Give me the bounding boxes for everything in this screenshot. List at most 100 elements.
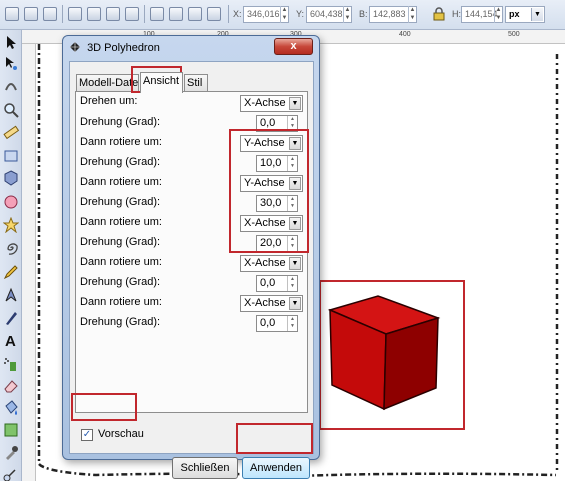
node-tool-icon[interactable] — [3, 55, 19, 71]
chevron-down-icon: ▼ — [289, 177, 301, 190]
tab-stil[interactable]: Stil — [184, 74, 208, 92]
dropper-tool-icon[interactable] — [3, 444, 19, 460]
x-spinner[interactable]: ▲ ▼ — [280, 6, 288, 23]
deselect-icon[interactable] — [43, 7, 57, 21]
measure-tool-icon[interactable] — [3, 124, 19, 140]
spray-tool-icon[interactable] — [3, 356, 19, 372]
tab-ansicht[interactable]: Ansicht — [140, 72, 183, 93]
spinner-arrows-icon[interactable]: ▲ ▼ — [287, 196, 297, 211]
selector-tool-icon[interactable] — [3, 34, 19, 50]
ruler-mark: 400 — [399, 31, 411, 38]
axis-value: Y-Achse — [244, 177, 285, 189]
pen-tool-icon[interactable] — [3, 287, 19, 303]
rotate-cw-icon[interactable] — [87, 7, 101, 21]
width-spinner[interactable]: ▲ ▼ — [408, 6, 416, 23]
chevron-down-icon: ▼ — [289, 217, 301, 230]
chevron-down-icon: ▼ — [289, 137, 301, 150]
then-rotate-label: Dann rotiere um: — [80, 136, 162, 148]
calligraphy-tool-icon[interactable] — [3, 310, 19, 326]
3d-cube[interactable] — [320, 290, 460, 420]
y-spinner[interactable]: ▲ ▼ — [343, 6, 351, 23]
select-in-all-layers-icon[interactable] — [24, 7, 38, 21]
axis-select[interactable]: X-Achse ▼ — [240, 255, 303, 272]
rotate-axis-label: Drehen um: — [80, 95, 138, 107]
axis-select[interactable]: X-Achse ▼ — [240, 95, 303, 112]
preview-checkbox[interactable]: ✓ — [81, 429, 93, 441]
3d-box-tool-icon[interactable] — [3, 170, 19, 186]
polyhedron-dialog: 3D Polyhedron x Modell-Daten Ansicht Sti… — [62, 35, 320, 479]
spinner-arrows-icon[interactable]: ▲ ▼ — [287, 316, 297, 331]
lock-icon[interactable] — [433, 7, 445, 21]
zoom-tool-icon[interactable] — [3, 102, 19, 118]
ellipse-tool-icon[interactable] — [3, 194, 19, 210]
chevron-down-icon: ▼ — [289, 97, 301, 110]
close-button[interactable]: Schließen — [172, 457, 238, 479]
star-tool-icon[interactable] — [3, 217, 19, 233]
spinner-arrows-icon[interactable]: ▲ ▼ — [287, 116, 297, 131]
toolbar-separator — [144, 5, 145, 23]
vertical-ruler[interactable] — [22, 44, 36, 481]
rotation-degrees-input[interactable]: 0,0 ▲ ▼ — [256, 275, 298, 292]
unit-value: px — [509, 9, 520, 19]
rotation-degrees-input[interactable]: 20,0 ▲ ▼ — [256, 235, 298, 252]
dialog-title: 3D Polyhedron — [87, 42, 160, 54]
rotation-degrees-value: 0,0 — [260, 277, 276, 289]
gradient-tool-icon[interactable] — [3, 422, 19, 438]
rotation-degrees-value: 0,0 — [260, 317, 276, 329]
x-label: X: — [233, 9, 242, 19]
text-tool-icon[interactable]: A — [3, 332, 19, 348]
lower-icon[interactable] — [188, 7, 202, 21]
select-all-icon[interactable] — [5, 7, 19, 21]
height-spinner[interactable]: ▲ ▼ — [494, 6, 502, 23]
spiral-tool-icon[interactable] — [3, 240, 19, 256]
dialog-title-bar[interactable]: 3D Polyhedron — [70, 40, 160, 56]
chevron-down-icon: ▼ — [531, 8, 543, 21]
rotate-ccw-icon[interactable] — [68, 7, 82, 21]
toolbox: A — [0, 30, 22, 481]
flip-horizontal-icon[interactable] — [106, 7, 120, 21]
lower-to-bottom-icon[interactable] — [207, 7, 221, 21]
rotation-degrees-value: 10,0 — [260, 157, 282, 169]
spinner-arrows-icon[interactable]: ▲ ▼ — [287, 156, 297, 171]
rotation-degrees-label: Drehung (Grad): — [80, 196, 161, 208]
raise-to-top-icon[interactable] — [150, 7, 164, 21]
rotation-degrees-label: Drehung (Grad): — [80, 316, 161, 328]
dialog-content: Modell-Daten Ansicht Stil Drehen um: X-A… — [69, 61, 314, 479]
chevron-down-icon: ▼ — [289, 297, 301, 310]
eraser-tool-icon[interactable] — [3, 378, 19, 394]
axis-value: X-Achse — [244, 97, 286, 109]
apply-button[interactable]: Anwenden — [242, 457, 310, 479]
rotation-degrees-value: 0,0 — [260, 117, 276, 129]
close-window-button[interactable]: x — [274, 38, 313, 55]
rotation-degrees-value: 20,0 — [260, 237, 282, 249]
pencil-tool-icon[interactable] — [3, 264, 19, 280]
chevron-down-icon: ▼ — [289, 257, 301, 270]
axis-select[interactable]: Y-Achse ▼ — [240, 135, 303, 152]
rotation-degrees-label: Drehung (Grad): — [80, 116, 161, 128]
connector-tool-icon[interactable] — [3, 466, 19, 481]
tweak-tool-icon[interactable] — [3, 76, 19, 92]
rectangle-tool-icon[interactable] — [3, 148, 19, 164]
axis-value: X-Achse — [244, 257, 286, 269]
height-label: H: — [452, 9, 461, 19]
rotation-degrees-input[interactable]: 0,0 ▲ ▼ — [256, 315, 298, 332]
preview-label: Vorschau — [98, 428, 144, 440]
spinner-arrows-icon[interactable]: ▲ ▼ — [287, 276, 297, 291]
toolbar-separator — [62, 5, 63, 23]
tab-modell-daten[interactable]: Modell-Daten — [76, 74, 139, 92]
svg-text:A: A — [5, 333, 16, 348]
axis-select[interactable]: X-Achse ▼ — [240, 215, 303, 232]
raise-icon[interactable] — [169, 7, 183, 21]
toolbar-separator — [228, 5, 229, 23]
then-rotate-label: Dann rotiere um: — [80, 176, 162, 188]
axis-select[interactable]: Y-Achse ▼ — [240, 175, 303, 192]
flip-vertical-icon[interactable] — [125, 7, 139, 21]
axis-select[interactable]: X-Achse ▼ — [240, 295, 303, 312]
rotation-degrees-input[interactable]: 30,0 ▲ ▼ — [256, 195, 298, 212]
width-label: B: — [359, 9, 368, 19]
rotation-degrees-input[interactable]: 0,0 ▲ ▼ — [256, 115, 298, 132]
bucket-tool-icon[interactable] — [3, 400, 19, 416]
rotation-degrees-input[interactable]: 10,0 ▲ ▼ — [256, 155, 298, 172]
unit-select[interactable]: px ▼ — [505, 6, 545, 23]
spinner-arrows-icon[interactable]: ▲ ▼ — [287, 236, 297, 251]
